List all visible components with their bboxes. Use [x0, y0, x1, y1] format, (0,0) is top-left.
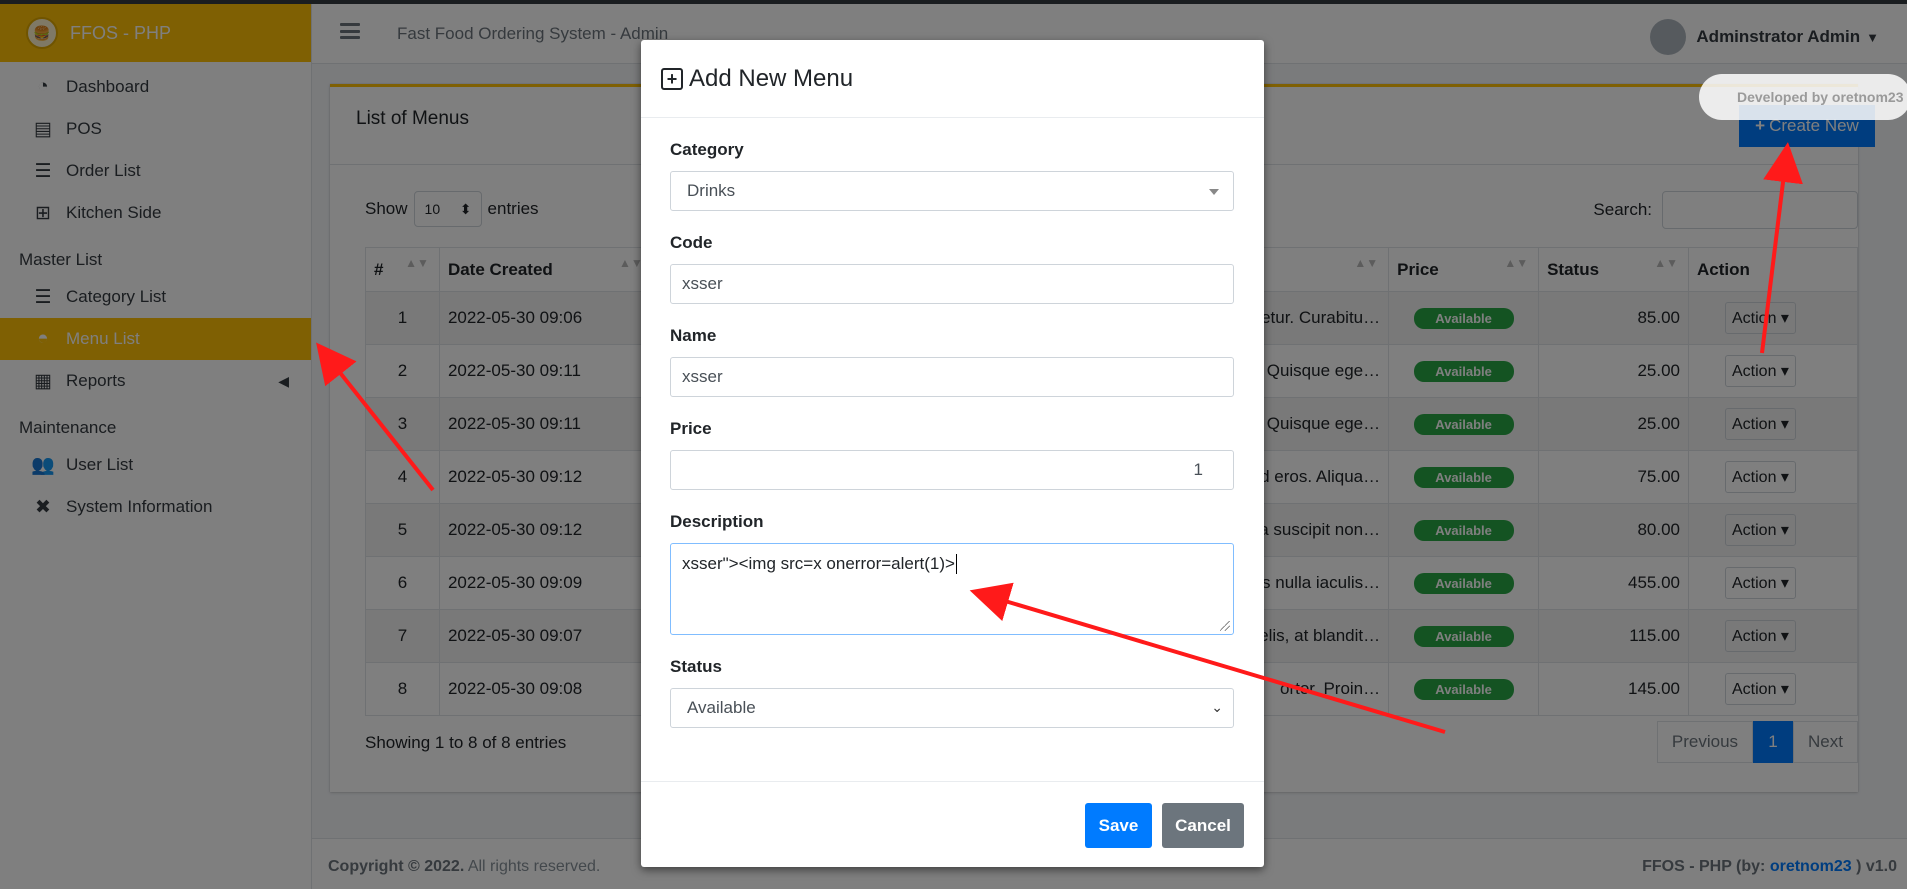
category-group: Category Drinks [670, 140, 1235, 211]
price-label: Price [670, 419, 712, 438]
status-label: Status [670, 657, 722, 676]
name-label: Name [670, 326, 717, 345]
code-label: Code [670, 233, 713, 252]
price-group: Price 1 [670, 419, 1235, 490]
code-value: xsser [682, 274, 723, 293]
status-value: Available [687, 698, 756, 717]
description-group: Description xsser"><img src=x onerror=al… [670, 512, 1235, 635]
modal-footer: Save Cancel [641, 781, 1264, 867]
modal-body: Category Drinks Code xsser Name xsser Pr… [641, 140, 1264, 728]
code-input[interactable]: xsser [670, 264, 1234, 304]
resize-handle-icon[interactable] [1220, 621, 1230, 631]
name-input[interactable]: xsser [670, 357, 1234, 397]
cancel-button[interactable]: Cancel [1162, 803, 1244, 848]
name-group: Name xsser [670, 326, 1235, 397]
description-label: Description [670, 512, 764, 531]
chevron-down-icon: ⌄ [1211, 699, 1223, 715]
status-group: Status Available ⌄ [670, 657, 1235, 728]
description-textarea[interactable]: xsser"><img src=x onerror=alert(1)> [670, 543, 1234, 635]
save-button[interactable]: Save [1085, 803, 1152, 848]
modal-header: + Add New Menu [641, 40, 1264, 118]
name-value: xsser [682, 367, 723, 386]
modal-title: Add New Menu [689, 64, 854, 92]
category-label: Category [670, 140, 744, 159]
description-value: xsser"><img src=x onerror=alert(1)> [682, 554, 955, 573]
category-value: Drinks [687, 181, 736, 200]
code-group: Code xsser [670, 233, 1235, 304]
text-cursor [955, 554, 957, 574]
category-select[interactable]: Drinks [670, 171, 1234, 211]
add-menu-modal: + Add New Menu Category Drinks Code xsse… [641, 40, 1264, 867]
plus-square-icon: + [661, 67, 683, 90]
status-select[interactable]: Available ⌄ [670, 688, 1234, 728]
price-input[interactable]: 1 [670, 450, 1234, 490]
developer-badge: Developed by oretnom23 [1699, 74, 1907, 120]
price-value: 1 [1193, 460, 1203, 479]
